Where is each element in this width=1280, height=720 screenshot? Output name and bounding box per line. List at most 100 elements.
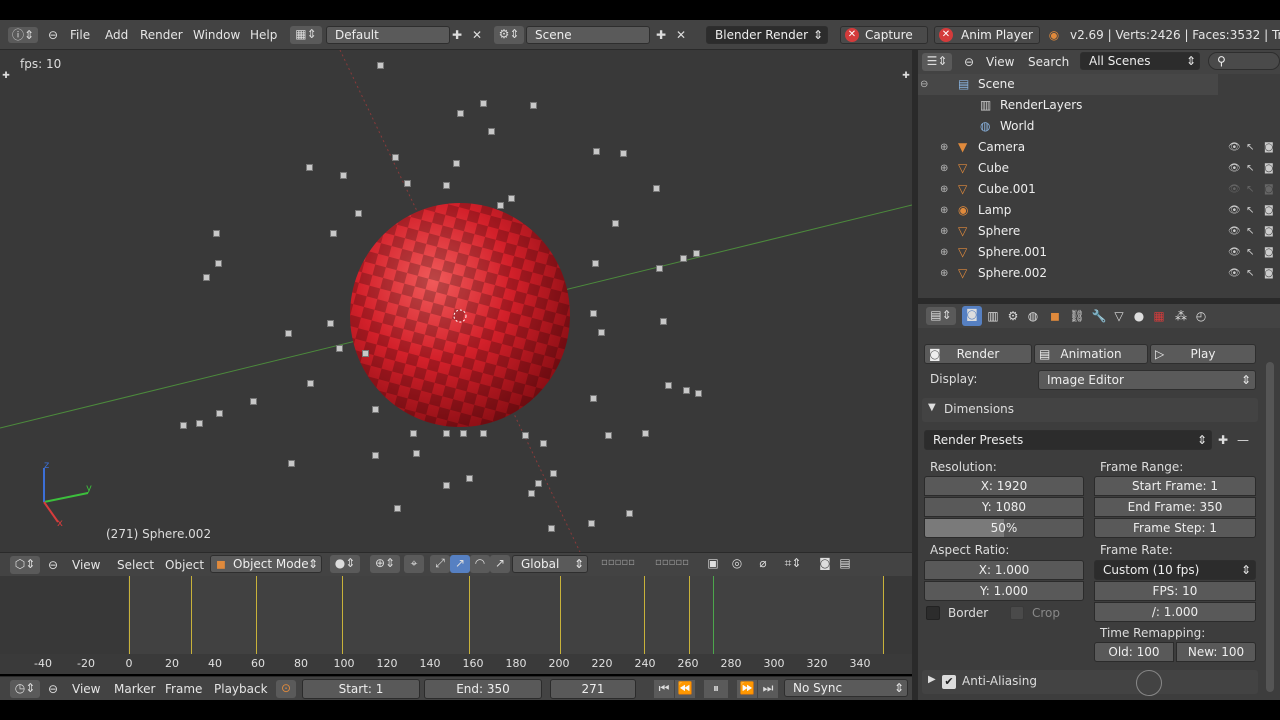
viewport-corner-icon[interactable]: ✚ bbox=[0, 68, 12, 84]
small-cube[interactable] bbox=[377, 62, 384, 69]
small-cube[interactable] bbox=[590, 395, 597, 402]
small-cube[interactable] bbox=[443, 182, 450, 189]
time-remap-old-field[interactable]: Old: 100 bbox=[1094, 642, 1174, 662]
small-cube[interactable] bbox=[410, 430, 417, 437]
editor-type-icon[interactable]: ⬡⇕ bbox=[10, 556, 40, 574]
render-opengl-icon[interactable]: ◙ bbox=[816, 555, 834, 573]
select-cursor-icon[interactable]: ↖ bbox=[1246, 263, 1254, 284]
render-button[interactable]: ◙ Render bbox=[924, 344, 1032, 364]
small-cube[interactable] bbox=[372, 406, 379, 413]
small-cube[interactable] bbox=[288, 460, 295, 467]
border-checkbox[interactable] bbox=[926, 606, 940, 620]
small-cube[interactable] bbox=[680, 255, 687, 262]
scale-arrow-icon[interactable]: ↗ bbox=[490, 555, 510, 573]
end-frame-field[interactable]: End Frame: 350 bbox=[1094, 497, 1256, 517]
current-frame-field[interactable]: 271 bbox=[550, 679, 636, 699]
remove-layout-icon[interactable]: ✕ bbox=[470, 27, 484, 43]
jump-end-icon[interactable]: ⏭ bbox=[758, 680, 778, 698]
start-frame-field[interactable]: Start: 1 bbox=[302, 679, 420, 699]
menu-view[interactable]: View bbox=[986, 53, 1014, 71]
small-cube[interactable] bbox=[665, 382, 672, 389]
small-cube[interactable] bbox=[593, 148, 600, 155]
outliner-item[interactable]: ⊕ ▽ Cube 👁 ↖ ◙ bbox=[918, 158, 1280, 179]
outliner-search-input[interactable]: ⚲ bbox=[1208, 52, 1280, 70]
small-cube[interactable] bbox=[413, 450, 420, 457]
visibility-eye-icon[interactable]: 👁 bbox=[1228, 200, 1241, 221]
outliner-item[interactable]: ⊖ ▤ Scene bbox=[918, 74, 1280, 95]
render-engine-dropdown[interactable]: Blender Render ⇕ bbox=[706, 26, 828, 44]
small-cube[interactable] bbox=[548, 525, 555, 532]
small-cube[interactable] bbox=[653, 185, 660, 192]
world-tab-icon[interactable]: ◍ bbox=[1024, 308, 1042, 324]
small-cube[interactable] bbox=[642, 430, 649, 437]
menu-search[interactable]: Search bbox=[1028, 53, 1069, 71]
menu-select[interactable]: Select bbox=[117, 556, 154, 574]
modifiers-tab-icon[interactable]: 🔧 bbox=[1090, 308, 1108, 324]
small-cube[interactable] bbox=[598, 329, 605, 336]
small-cube[interactable] bbox=[285, 330, 292, 337]
outliner-item[interactable]: ⊕ ▼ Camera 👁 ↖ ◙ bbox=[918, 137, 1280, 158]
fps-base-field[interactable]: /: 1.000 bbox=[1094, 602, 1256, 622]
expand-icon[interactable]: ⊕ bbox=[940, 242, 948, 263]
small-cube[interactable] bbox=[203, 274, 210, 281]
screen-layout-field[interactable]: Default bbox=[326, 26, 450, 44]
render-layer-icon[interactable]: ▣ bbox=[704, 555, 722, 573]
remove-preset-icon[interactable]: — bbox=[1234, 432, 1252, 448]
small-cube[interactable] bbox=[693, 250, 700, 257]
outliner-item[interactable]: ▥ RenderLayers bbox=[918, 95, 1280, 116]
small-cube[interactable] bbox=[327, 320, 334, 327]
texture-tab-icon[interactable]: ▦ bbox=[1150, 308, 1168, 324]
small-cube[interactable] bbox=[215, 260, 222, 267]
small-cube[interactable] bbox=[480, 430, 487, 437]
outliner-item[interactable]: ⊕ ▽ Sphere 👁 ↖ ◙ bbox=[918, 221, 1280, 242]
3d-viewport[interactable]: y z x fps: 10 (271) Sphere.002 ✚ ✚ bbox=[0, 50, 912, 552]
aspect-y-field[interactable]: Y: 1.000 bbox=[924, 581, 1084, 601]
small-cube[interactable] bbox=[196, 420, 203, 427]
jump-keyframe-back-icon[interactable]: ⏪ bbox=[675, 680, 695, 698]
small-cube[interactable] bbox=[330, 230, 337, 237]
anti-aliasing-panel-header[interactable]: ▶ ✔ Anti-Aliasing bbox=[922, 670, 1258, 694]
orientation-dropdown[interactable]: Global ⇕ bbox=[512, 555, 588, 573]
start-frame-field[interactable]: Start Frame: 1 bbox=[1094, 476, 1256, 496]
material-tab-icon[interactable]: ● bbox=[1130, 308, 1148, 324]
small-cube[interactable] bbox=[620, 150, 627, 157]
render-camera-icon[interactable]: ◙ bbox=[1264, 137, 1274, 158]
menu-playback[interactable]: Playback bbox=[214, 680, 268, 698]
small-cube[interactable] bbox=[508, 195, 515, 202]
translate-manipulator-icon[interactable]: ⤢ bbox=[430, 555, 450, 573]
visibility-eye-icon[interactable]: 👁 bbox=[1228, 137, 1241, 158]
small-cube[interactable] bbox=[497, 202, 504, 209]
render-camera-icon[interactable]: ◙ bbox=[1264, 263, 1274, 284]
timeline-ruler[interactable]: -40 -20 0 20 40 60 80 100 120 140 160 180 200 220 240 2… bbox=[0, 654, 912, 674]
menu-marker[interactable]: Marker bbox=[114, 680, 155, 698]
collapse-menu-icon[interactable]: ⊖ bbox=[46, 557, 60, 573]
frame-step-field[interactable]: Frame Step: 1 bbox=[1094, 518, 1256, 538]
object-tab-icon[interactable]: ◼ bbox=[1046, 308, 1064, 324]
expand-icon[interactable]: ⊕ bbox=[940, 200, 948, 221]
small-cube[interactable] bbox=[250, 398, 257, 405]
small-cube[interactable] bbox=[540, 440, 547, 447]
render-presets-dropdown[interactable]: Render Presets ⇕ bbox=[924, 430, 1212, 450]
small-cube[interactable] bbox=[355, 210, 362, 217]
resolution-x-field[interactable]: X: 1920 bbox=[924, 476, 1084, 496]
small-cube[interactable] bbox=[392, 154, 399, 161]
small-cube[interactable] bbox=[588, 520, 595, 527]
time-remap-new-field[interactable]: New: 100 bbox=[1176, 642, 1256, 662]
small-cube[interactable] bbox=[530, 102, 537, 109]
remove-scene-icon[interactable]: ✕ bbox=[674, 27, 688, 43]
capture-button[interactable]: ✕ Capture bbox=[840, 26, 928, 44]
display-mode-dropdown[interactable]: All Scenes ⇕ bbox=[1080, 52, 1200, 70]
select-cursor-icon[interactable]: ↖ bbox=[1246, 242, 1254, 263]
small-cube[interactable] bbox=[612, 220, 619, 227]
small-cube[interactable] bbox=[453, 160, 460, 167]
display-dropdown[interactable]: Image Editor ⇕ bbox=[1038, 370, 1256, 390]
render-layers-tab-icon[interactable]: ▥ bbox=[984, 308, 1002, 324]
outliner-editor-icon[interactable]: ☰⇕ bbox=[922, 53, 952, 71]
scene-selector-icon[interactable]: ⚙⇕ bbox=[494, 26, 524, 44]
small-cube[interactable] bbox=[488, 128, 495, 135]
small-cube[interactable] bbox=[592, 260, 599, 267]
menu-add[interactable]: Add bbox=[105, 26, 128, 44]
menu-render[interactable]: Render bbox=[140, 26, 183, 44]
small-cube[interactable] bbox=[404, 180, 411, 187]
animation-button[interactable]: ▤ Animation bbox=[1034, 344, 1148, 364]
